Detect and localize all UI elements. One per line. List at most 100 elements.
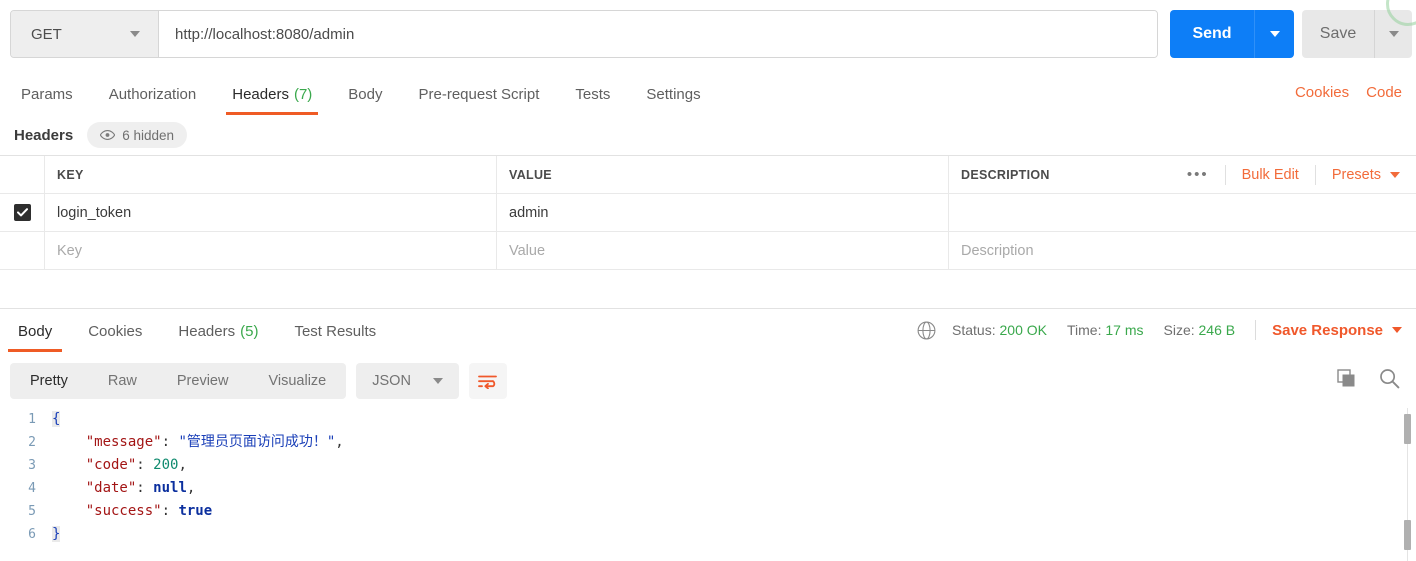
tab-label: Authorization bbox=[108, 85, 197, 103]
bulk-edit-button[interactable]: Bulk Edit bbox=[1226, 164, 1316, 185]
status-value: 200 OK bbox=[999, 322, 1047, 338]
tab-label: Body bbox=[348, 85, 383, 103]
save-button[interactable]: Save bbox=[1302, 10, 1374, 58]
code-token: , bbox=[178, 457, 187, 473]
code-token: 200 bbox=[153, 457, 179, 473]
new-key-input[interactable]: Key bbox=[45, 232, 496, 269]
size-value: 246 B bbox=[1198, 322, 1236, 338]
tab-count: (5) bbox=[240, 322, 259, 340]
chevron-down-icon bbox=[1388, 31, 1399, 37]
search-icon[interactable] bbox=[1379, 368, 1400, 389]
tab-body[interactable]: Body bbox=[330, 76, 400, 112]
body-scrollbar-thumb-top[interactable] bbox=[1404, 414, 1411, 444]
response-body-actions bbox=[1337, 368, 1400, 389]
code-token: : bbox=[161, 503, 179, 519]
eye-icon bbox=[100, 130, 116, 140]
word-wrap-icon bbox=[478, 375, 498, 389]
tab-settings[interactable]: Settings bbox=[628, 76, 718, 112]
row-key[interactable]: login_token bbox=[45, 194, 496, 231]
http-method-selector[interactable]: GET bbox=[11, 11, 159, 57]
url-text: http://localhost:8080/admin bbox=[175, 25, 355, 43]
headers-subheader: Headers 6 hidden bbox=[0, 118, 1416, 152]
code-line-content: "date": null, bbox=[52, 477, 196, 500]
globe-icon[interactable] bbox=[917, 321, 936, 340]
code-line-content: "message": "管理员页面访问成功！", bbox=[52, 431, 344, 454]
presets-button[interactable]: Presets bbox=[1316, 165, 1404, 185]
view-mode-raw[interactable]: Raw bbox=[88, 363, 157, 399]
response-tab-body[interactable]: Body bbox=[0, 313, 70, 352]
table-row[interactable]: login_token admin bbox=[0, 194, 1416, 232]
code-link[interactable]: Code bbox=[1366, 84, 1402, 101]
code-token: { bbox=[52, 411, 61, 427]
tab-label: Tests bbox=[575, 85, 611, 103]
column-header-key: KEY bbox=[57, 167, 84, 182]
check-icon bbox=[16, 208, 28, 217]
tab-pre-request-script[interactable]: Pre-request Script bbox=[401, 76, 558, 112]
url-input[interactable]: http://localhost:8080/admin bbox=[159, 11, 1157, 57]
chevron-down-icon bbox=[432, 378, 443, 384]
cookies-link[interactable]: Cookies bbox=[1295, 84, 1349, 101]
new-value-input[interactable]: Value bbox=[497, 232, 948, 269]
tab-authorization[interactable]: Authorization bbox=[91, 76, 215, 112]
code-line: 6} bbox=[0, 523, 1416, 546]
tab-tests[interactable]: Tests bbox=[557, 76, 628, 112]
tab-params[interactable]: Params bbox=[3, 76, 91, 112]
view-mode-preview[interactable]: Preview bbox=[157, 363, 249, 399]
code-line-content: "success": true bbox=[52, 500, 212, 523]
line-number: 2 bbox=[28, 435, 36, 450]
new-description-input[interactable]: Description bbox=[949, 232, 1416, 269]
headers-title: Headers bbox=[14, 126, 74, 144]
meta-divider bbox=[1255, 320, 1257, 340]
response-format-selector[interactable]: JSON bbox=[356, 363, 459, 399]
chevron-down-icon bbox=[130, 31, 140, 37]
code-line-content: "code": 200, bbox=[52, 454, 187, 477]
tab-label: Settings bbox=[646, 85, 701, 103]
table-row-placeholder[interactable]: Key Value Description bbox=[0, 232, 1416, 270]
line-number: 3 bbox=[28, 458, 36, 473]
response-tab-cookies[interactable]: Cookies bbox=[70, 313, 160, 349]
code-line: 1{ bbox=[0, 408, 1416, 431]
response-body-viewer[interactable]: 1{2 "message": "管理员页面访问成功！", 3 "code": 20… bbox=[0, 408, 1416, 561]
code-line-content: { bbox=[52, 408, 61, 431]
code-token: : bbox=[161, 434, 179, 450]
body-scrollbar-thumb-bottom[interactable] bbox=[1404, 520, 1411, 550]
response-tab-headers[interactable]: Headers (5) bbox=[160, 313, 276, 349]
code-token: , bbox=[186, 480, 196, 496]
chevron-down-icon bbox=[1269, 31, 1280, 37]
code-token: "success" bbox=[85, 503, 162, 519]
view-mode-visualize[interactable]: Visualize bbox=[248, 363, 346, 399]
more-options-icon[interactable]: ••• bbox=[1171, 164, 1226, 185]
presets-label: Presets bbox=[1331, 166, 1381, 183]
word-wrap-button[interactable] bbox=[468, 363, 507, 399]
code-line: 3 "code": 200, bbox=[0, 454, 1416, 477]
code-token: } bbox=[52, 526, 61, 542]
placeholder-checkbox-cell bbox=[0, 232, 45, 269]
status-label: Status: bbox=[952, 322, 996, 338]
save-response-button[interactable]: Save Response bbox=[1272, 322, 1402, 339]
row-value[interactable]: admin bbox=[497, 194, 948, 231]
hidden-headers-toggle[interactable]: 6 hidden bbox=[87, 122, 188, 148]
response-tab-test-results[interactable]: Test Results bbox=[276, 313, 394, 349]
send-button[interactable]: Send bbox=[1170, 10, 1254, 58]
code-token: "date" bbox=[85, 480, 137, 496]
code-token: : bbox=[136, 480, 154, 496]
table-header-row: KEY VALUE DESCRIPTION ••• Bulk Edit Pres… bbox=[0, 156, 1416, 194]
row-checkbox[interactable] bbox=[13, 204, 31, 221]
tab-headers[interactable]: Headers (7) bbox=[214, 76, 330, 115]
send-options-button[interactable] bbox=[1254, 10, 1294, 58]
json-code-block: 1{2 "message": "管理员页面访问成功！", 3 "code": 20… bbox=[0, 408, 1416, 546]
view-mode-segmented: Pretty Raw Preview Visualize bbox=[10, 363, 347, 399]
line-number: 6 bbox=[28, 527, 36, 542]
view-mode-pretty[interactable]: Pretty bbox=[10, 363, 88, 399]
header-checkbox-cell bbox=[0, 156, 45, 193]
tab-label: Test Results bbox=[294, 322, 377, 340]
http-method-label: GET bbox=[31, 25, 62, 43]
chevron-down-icon bbox=[1390, 171, 1400, 178]
response-format-label: JSON bbox=[372, 373, 411, 389]
response-format-toolbar: Pretty Raw Preview Visualize JSON bbox=[10, 363, 507, 399]
copy-icon[interactable] bbox=[1337, 368, 1357, 389]
row-description[interactable] bbox=[949, 194, 1416, 231]
method-url-group: GET http://localhost:8080/admin bbox=[10, 10, 1158, 58]
